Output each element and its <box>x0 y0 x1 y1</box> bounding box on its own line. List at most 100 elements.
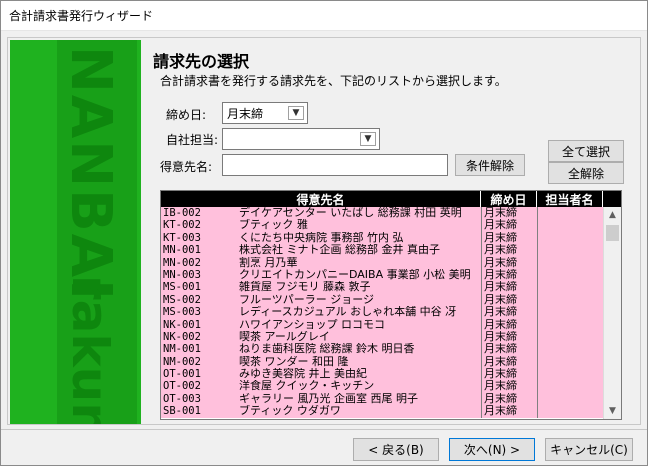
closing-day-cell: 月末締 <box>481 281 537 294</box>
closing-day-cell: 月末締 <box>481 231 537 245</box>
scroll-down-icon[interactable]: ▼ <box>604 403 621 419</box>
list-rows: IB-002 デイケアセンター いたばし 総務課 村田 英明 月末締 KT-002 ブテ… <box>161 207 603 418</box>
title-bar: 合計請求書発行ウィザード <box>1 1 647 31</box>
closing-day-cell: 月末締 <box>481 343 537 356</box>
customer-code-cell: IB-002 <box>163 207 201 219</box>
customer-name-cell: クリエイトカンパニーDAIBA 事業部 小松 美明 <box>239 268 471 281</box>
banner-logo-text-bottom: rakuna <box>61 275 119 424</box>
customer-code-cell: NM-002 <box>163 355 201 368</box>
table-row[interactable]: KT-003 くにたち中央病院 事務部 竹内 弘 月末締 <box>161 231 603 245</box>
customer-code-cell: MS-002 <box>163 293 201 306</box>
customer-name-cell: 雑貨屋 フジモリ 藤森 敦子 <box>239 281 371 294</box>
deselect-all-button[interactable]: 全解除 <box>548 162 624 184</box>
customer-name-cell: ブティック 雅 <box>239 219 308 232</box>
closing-day-cell: 月末締 <box>481 293 537 307</box>
staff-name-cell <box>537 343 603 356</box>
chevron-down-icon[interactable]: ▼ <box>360 132 376 146</box>
customer-code-cell: SB-001 <box>163 405 201 418</box>
vertical-scrollbar[interactable]: ▲ ▼ <box>603 207 621 419</box>
customer-name-cell: 割烹 月乃華 <box>239 256 298 269</box>
closing-day-label: 締め日: <box>166 108 207 122</box>
back-button[interactable]: < 戻る(B) <box>353 438 439 461</box>
closing-day-select[interactable]: 月末締 ▼ <box>222 102 308 124</box>
scroll-thumb[interactable] <box>606 225 619 241</box>
scroll-up-icon[interactable]: ▲ <box>604 207 621 223</box>
customer-code-cell: OT-001 <box>163 368 201 381</box>
customer-code-cell: NK-002 <box>163 330 201 343</box>
chevron-down-icon[interactable]: ▼ <box>288 106 304 120</box>
closing-day-cell: 月末締 <box>481 405 537 418</box>
wizard-window: 合計請求書発行ウィザード NANBAI rakuna 請求先の選択 合計請求書を… <box>0 0 648 466</box>
table-row[interactable]: NM-001 ねりま歯科医院 総務課 鈴木 明日香 月末締 <box>161 343 603 356</box>
table-row[interactable]: IB-002 デイケアセンター いたばし 総務課 村田 英明 月末締 <box>161 207 603 220</box>
staff-name-cell <box>537 405 603 418</box>
side-banner: NANBAI rakuna <box>10 40 141 424</box>
staff-name-cell <box>537 392 603 406</box>
next-button[interactable]: 次へ(N) > <box>449 438 535 461</box>
customer-code-cell: MN-002 <box>163 256 201 269</box>
staff-name-cell <box>537 293 603 307</box>
customer-code-cell: MN-003 <box>163 268 201 281</box>
column-header-closing[interactable]: 締め日 <box>481 191 537 207</box>
table-row[interactable]: SB-001 ブティック ウダガワ 月末締 <box>161 405 603 418</box>
table-row[interactable]: OT-003 ギャラリー 風乃光 企画室 西尾 明子 月末締 <box>161 392 603 406</box>
closing-day-cell: 月末締 <box>481 380 537 393</box>
column-header-staff[interactable]: 担当者名 <box>537 191 603 207</box>
table-row[interactable]: NM-002 喫茶 ワンダー 和田 隆 月末締 <box>161 355 603 369</box>
closing-day-cell: 月末締 <box>481 318 537 331</box>
column-header-customer[interactable]: 得意先名 <box>161 191 481 207</box>
header-spacer <box>603 191 621 207</box>
customer-name-cell: 喫茶 アールグレイ <box>239 330 330 343</box>
staff-name-cell <box>537 219 603 232</box>
staff-name-cell <box>537 256 603 269</box>
staff-name-cell <box>537 207 603 220</box>
table-row[interactable]: MN-003 クリエイトカンパニーDAIBA 事業部 小松 美明 月末締 <box>161 268 603 282</box>
list-header: 得意先名 締め日 担当者名 <box>161 191 621 207</box>
table-row[interactable]: MN-002 割烹 月乃華 月末締 <box>161 256 603 269</box>
customer-list[interactable]: 得意先名 締め日 担当者名 IB-002 デイケアセンター いたばし 総務課 村田… <box>160 190 622 420</box>
staff-name-cell <box>537 330 603 344</box>
staff-name-cell <box>537 368 603 381</box>
closing-day-value: 月末締 <box>227 106 264 121</box>
staff-name-cell <box>537 306 603 319</box>
closing-day-cell: 月末締 <box>481 268 537 282</box>
staff-name-cell <box>537 244 603 257</box>
table-row[interactable]: MS-003 レディースカジュアル おしゃれ本舗 中谷 冴 月末締 <box>161 306 603 319</box>
customer-name-label: 得意先名: <box>160 160 213 174</box>
customer-name-cell: 洋食屋 クイック・キッチン <box>239 380 375 393</box>
customer-code-cell: KT-003 <box>163 231 201 244</box>
staff-name-cell <box>537 231 603 245</box>
cancel-button[interactable]: キャンセル(C) <box>545 438 633 461</box>
wizard-panel: NANBAI rakuna 請求先の選択 合計請求書を発行する請求先を、下記のリ… <box>7 37 641 425</box>
customer-code-cell: MS-003 <box>163 306 201 319</box>
staff-select[interactable]: ▼ <box>222 128 380 150</box>
customer-name-cell: ねりま歯科医院 総務課 鈴木 明日香 <box>239 343 415 356</box>
table-row[interactable]: KT-002 ブティック 雅 月末締 <box>161 219 603 232</box>
page-subtext: 合計請求書を発行する請求先を、下記のリストから選択します。 <box>160 74 507 88</box>
customer-code-cell: MS-001 <box>163 281 201 294</box>
select-all-button[interactable]: 全て選択 <box>548 140 624 162</box>
customer-name-cell: ハワイアンショップ ロコモコ <box>239 318 386 331</box>
table-row[interactable]: MN-001 株式会社 ミナト企画 総務部 金井 真由子 月末締 <box>161 244 603 257</box>
table-row[interactable]: NK-001 ハワイアンショップ ロコモコ 月末締 <box>161 318 603 331</box>
customer-name-cell: フルーツパーラー ジョージ <box>239 293 375 306</box>
table-row[interactable]: MS-001 雑貨屋 フジモリ 藤森 敦子 月末締 <box>161 281 603 294</box>
staff-name-cell <box>537 318 603 331</box>
closing-day-cell: 月末締 <box>481 244 537 257</box>
customer-code-cell: MN-001 <box>163 244 201 257</box>
page-heading: 請求先の選択 <box>153 52 250 71</box>
window-title: 合計請求書発行ウィザード <box>9 9 154 23</box>
banner-logo-text: NANBAI <box>58 46 123 302</box>
customer-code-cell: NM-001 <box>163 343 201 356</box>
table-row[interactable]: NK-002 喫茶 アールグレイ 月末締 <box>161 330 603 344</box>
staff-name-cell <box>537 380 603 393</box>
clear-conditions-button[interactable]: 条件解除 <box>455 154 525 176</box>
table-row[interactable]: OT-002 洋食屋 クイック・キッチン 月末締 <box>161 380 603 393</box>
customer-name-cell: ブティック ウダガワ <box>239 405 341 418</box>
staff-name-cell <box>537 355 603 369</box>
table-row[interactable]: MS-002 フルーツパーラー ジョージ 月末締 <box>161 293 603 307</box>
table-row[interactable]: OT-001 みゆき美容院 井上 美由紀 月末締 <box>161 368 603 381</box>
closing-day-cell: 月末締 <box>481 330 537 344</box>
customer-code-cell: NK-001 <box>163 318 201 331</box>
customer-name-input[interactable] <box>222 154 448 176</box>
